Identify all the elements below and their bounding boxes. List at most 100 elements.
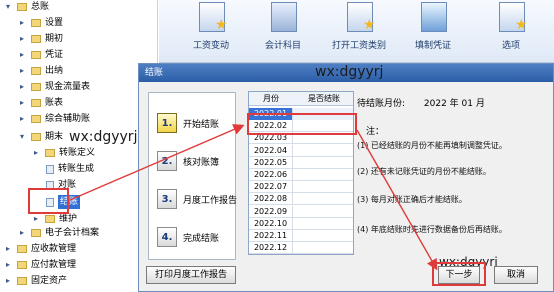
tree-item-reports[interactable]: ▸ 账表: [20, 96, 63, 110]
tree-item-opening[interactable]: ▸ 期初: [20, 32, 63, 46]
tree-item-label: 账表: [45, 98, 64, 108]
table-row[interactable]: 2022.08: [249, 193, 353, 206]
note-item: (2) 还有未记账凭证的月份不能结账。: [357, 167, 491, 176]
expand-icon[interactable]: ▸: [20, 226, 29, 240]
tree-item-payables[interactable]: ▸ 应付款管理: [6, 258, 76, 272]
closed-status-cell: [293, 218, 353, 230]
folder-icon: [17, 245, 27, 253]
folder-icon: [31, 115, 41, 123]
expand-icon[interactable]: ▸: [20, 32, 29, 46]
expand-icon[interactable]: ▸: [6, 274, 15, 288]
folder-icon: [45, 149, 55, 157]
month-cell: 2022.05: [249, 156, 293, 169]
tree-item-voucher[interactable]: ▸ 凭证: [20, 48, 63, 62]
expand-icon[interactable]: ▸: [20, 96, 29, 110]
pending-month-value: 2022 年 01 月: [423, 99, 485, 109]
table-row[interactable]: 2022.04: [249, 144, 353, 157]
month-cell: 2022.11: [249, 230, 293, 242]
table-row[interactable]: 2022.06: [249, 169, 353, 181]
tree-item-label: 应付款管理: [31, 260, 77, 270]
table-row[interactable]: 2022.07: [249, 181, 353, 194]
tree-item-general-ledger[interactable]: ▾ 总账: [6, 0, 49, 14]
expand-icon[interactable]: ▸: [20, 64, 29, 78]
tree-item-maintenance[interactable]: ▸ 维护: [34, 212, 77, 226]
toolbar-button-label: 选项: [501, 41, 520, 51]
folder-icon: [31, 19, 41, 27]
tree-item-settings[interactable]: ▸ 设置: [20, 16, 63, 30]
folder-icon: [31, 99, 41, 107]
table-row[interactable]: 2022.12: [249, 242, 353, 254]
wizard-step-start: 1. 开始结账: [149, 107, 237, 139]
folder-icon: [17, 261, 27, 269]
star-icon: ★: [363, 17, 376, 33]
expand-icon[interactable]: ▸: [20, 80, 29, 94]
closed-status-cell: [293, 230, 353, 242]
star-icon: ★: [215, 17, 228, 33]
toolbar-button-fill-voucher[interactable]: 填制凭证: [397, 0, 469, 60]
note-item: (4) 年底结账时先进行数据备份后再结账。: [357, 225, 507, 234]
toolbar-button-options[interactable]: ★ 选项: [475, 0, 547, 60]
tree-item-period-end[interactable]: ▾ 期末 wx:dgyyrj: [20, 130, 137, 144]
expand-icon[interactable]: ▸: [6, 258, 15, 272]
month-cell: 2022.09: [249, 205, 293, 218]
tree-item-label: 现金流量表: [45, 82, 91, 92]
expand-icon[interactable]: ▸: [20, 112, 29, 126]
table-row[interactable]: 2022.05: [249, 156, 353, 169]
table-row[interactable]: 2022.09: [249, 205, 353, 218]
note-item: (1) 已经结账的月份不能再填制调整凭证。: [357, 141, 507, 150]
month-cell: 2022.10: [249, 217, 293, 230]
toolbar-button-accounts[interactable]: 会计科目: [247, 0, 319, 60]
folder-icon: [17, 3, 27, 11]
tree-item-aux-accounts[interactable]: ▸ 综合辅助账: [20, 112, 90, 126]
step-number-badge: 1.: [157, 113, 177, 133]
column-header-month: 月份: [263, 94, 279, 103]
folder-icon: [45, 215, 55, 223]
folder-icon: [31, 51, 41, 59]
tree-item-label: 维护: [59, 214, 78, 224]
tree-item-label: 固定资产: [31, 276, 68, 286]
tree-item-label: 期末: [45, 132, 64, 142]
step-number-badge: 2.: [157, 151, 177, 171]
closed-status-cell: [293, 193, 353, 205]
tree-item-receivables[interactable]: ▸ 应收款管理: [6, 242, 76, 256]
column-header-closed: 是否结账: [308, 94, 340, 103]
toolbar-button-payroll-change[interactable]: ★ 工资变动: [175, 0, 247, 60]
step-label: 核对账簿: [183, 158, 220, 168]
collapse-icon[interactable]: ▾: [20, 130, 29, 144]
collapse-icon[interactable]: ▾: [6, 0, 15, 14]
table-row[interactable]: 2022.10: [249, 217, 353, 230]
cancel-button[interactable]: 取消: [494, 266, 538, 284]
notes-heading: 注：: [366, 127, 385, 137]
table-row[interactable]: 2022.11: [249, 230, 353, 242]
expand-icon[interactable]: ▸: [6, 242, 15, 256]
expand-icon[interactable]: ▸: [20, 16, 29, 30]
info-panel: 待结账月份: 2022 年 01 月 注： (1) 已经结账的月份不能再填制调整…: [357, 96, 552, 256]
folder-icon: [31, 83, 41, 91]
folder-icon: [31, 229, 41, 237]
toolbar-button-open-payroll-category[interactable]: ★ 打开工资类别: [323, 0, 395, 60]
expand-icon[interactable]: ▸: [34, 146, 43, 160]
step-label: 完成结账: [183, 234, 220, 244]
wizard-step-report: 3. 月度工作报告: [149, 183, 237, 215]
folder-icon: [31, 133, 41, 141]
tree-item-fixed-assets[interactable]: ▸ 固定资产: [6, 274, 67, 288]
tree-item-label: 转账生成: [58, 164, 95, 174]
tree-item-cash-flow[interactable]: ▸ 现金流量表: [20, 80, 90, 94]
folder-icon: [31, 35, 41, 43]
tree-item-label: 期初: [45, 34, 64, 44]
tree-item-e-archive[interactable]: ▸ 电子会计档案: [20, 226, 99, 240]
voucher-icon: [421, 2, 447, 32]
tree-item-transfer-gen[interactable]: 转账生成: [46, 162, 94, 176]
tree-item-transfer-def[interactable]: ▸ 转账定义: [34, 146, 95, 160]
toolbar-button-label: 工资变动: [192, 41, 229, 51]
closed-status-cell: [293, 169, 353, 181]
dialog-title: 结账: [145, 68, 164, 78]
expand-icon[interactable]: ▸: [34, 212, 43, 226]
expand-icon[interactable]: ▸: [20, 48, 29, 62]
table-header: 月份 是否结账: [249, 92, 353, 106]
tree-item-label: 综合辅助账: [45, 114, 91, 124]
wizard-step-finish: 4. 完成结账: [149, 221, 237, 253]
tree-item-cashier[interactable]: ▸ 出纳: [20, 64, 63, 78]
print-report-button[interactable]: 打印月度工作报告: [146, 266, 236, 284]
step-number-badge: 4.: [157, 227, 177, 247]
